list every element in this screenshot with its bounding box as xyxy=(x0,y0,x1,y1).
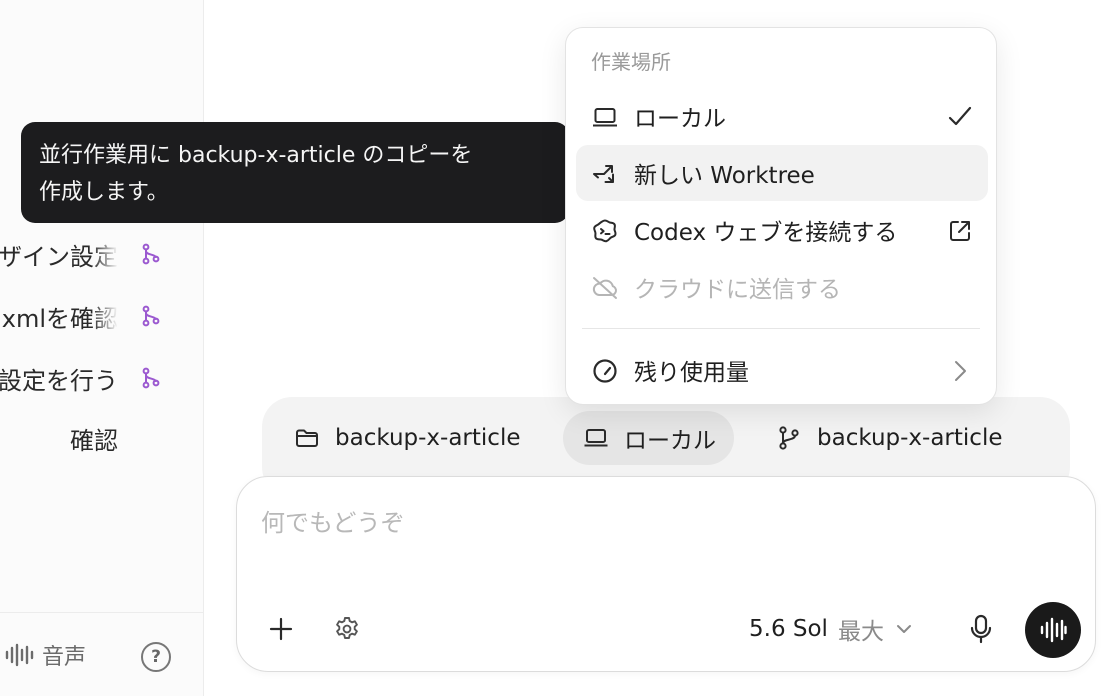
thread-title: 確認 xyxy=(70,426,118,455)
composer: 5.6 Sol 最大 xyxy=(236,476,1096,672)
menu-item-label: ローカル xyxy=(634,106,726,132)
branch-icon xyxy=(142,367,160,389)
menu-item-connect-codex-web[interactable]: Codex ウェブを接続する xyxy=(576,202,988,258)
settings-button[interactable] xyxy=(331,613,363,645)
waveform-icon xyxy=(1040,617,1067,643)
thread-item[interactable]: sitemap.xmlを確認 xyxy=(0,291,203,341)
tooltip-line: 作成します。 xyxy=(39,180,169,205)
voice-label: 音声 xyxy=(42,645,87,670)
menu-item-label: Codex ウェブを接続する xyxy=(634,220,898,246)
thread-item[interactable]: デザイン設定 xyxy=(0,229,203,279)
thread-title: 設定を行う xyxy=(0,366,118,395)
add-button[interactable] xyxy=(265,613,297,645)
menu-divider xyxy=(582,328,980,329)
external-link-icon xyxy=(950,221,970,241)
microphone-button[interactable] xyxy=(965,611,997,647)
menu-item-label: 残り使用量 xyxy=(634,360,749,386)
thread-item[interactable]: 確認 xyxy=(0,413,203,463)
location-name: ローカル xyxy=(624,428,716,454)
model-selector[interactable]: 5.6 Sol 最大 xyxy=(749,609,914,649)
prompt-input[interactable] xyxy=(261,503,1061,543)
laptop-icon xyxy=(584,429,608,447)
laptop-icon xyxy=(593,108,617,127)
gauge-icon xyxy=(593,359,617,383)
sidebar-footer: 音声 ? xyxy=(0,612,203,696)
menu-header: 作業場所 xyxy=(591,50,671,74)
project-selector[interactable]: backup-x-article xyxy=(282,411,532,465)
folder-icon xyxy=(296,429,318,447)
git-branch-icon xyxy=(779,426,799,450)
branch-icon xyxy=(142,305,160,327)
worktree-tooltip: 並行作業用に backup-x-article のコピーを 作成します。 xyxy=(21,122,569,223)
tooltip-line: 並行作業用に backup-x-article のコピーを xyxy=(39,143,473,168)
location-selector[interactable]: ローカル xyxy=(563,411,734,465)
cloud-off-icon xyxy=(592,277,617,299)
model-name: 5.6 Sol xyxy=(749,616,828,642)
thread-item[interactable]: 設定を行う xyxy=(0,353,203,403)
menu-item-new-worktree[interactable]: 新しい Worktree xyxy=(576,145,988,201)
worktree-icon xyxy=(593,165,614,183)
menu-item-label: 新しい Worktree xyxy=(634,163,815,189)
menu-item-remaining-usage[interactable]: 残り使用量 xyxy=(576,342,988,398)
codex-icon xyxy=(593,219,617,243)
checkmark-icon xyxy=(948,106,972,126)
microphone-icon xyxy=(970,614,992,644)
help-button[interactable]: ? xyxy=(141,642,171,672)
voice-button[interactable]: 音声 xyxy=(4,639,86,671)
model-effort: 最大 xyxy=(837,619,884,645)
thread-title: sitemap.xmlを確認 xyxy=(0,298,118,334)
menu-item-label: クラウドに送信する xyxy=(634,277,841,303)
location-menu: 作業場所 ローカル 新しい Worktree Codex ウェブを接続する クラ… xyxy=(565,27,997,405)
gear-icon xyxy=(336,617,358,639)
plus-icon xyxy=(269,617,293,641)
voice-mode-button[interactable] xyxy=(1025,602,1081,658)
branch-icon xyxy=(142,243,160,265)
chevron-right-icon xyxy=(955,361,966,381)
branch-selector[interactable]: backup-x-article xyxy=(764,411,1014,465)
waveform-icon xyxy=(5,643,34,667)
project-name: backup-x-article xyxy=(335,425,521,451)
menu-item-local[interactable]: ローカル xyxy=(576,88,988,144)
menu-item-send-to-cloud: クラウドに送信する xyxy=(576,259,988,315)
branch-name: backup-x-article xyxy=(817,425,1003,451)
sidebar: 拡大 デザイン設定 sitemap.xmlを確認 設定を行う 確認 音声 xyxy=(0,0,204,696)
thread-title: デザイン設定 xyxy=(0,236,118,272)
chevron-down-icon xyxy=(896,625,911,633)
help-icon: ? xyxy=(151,647,161,667)
